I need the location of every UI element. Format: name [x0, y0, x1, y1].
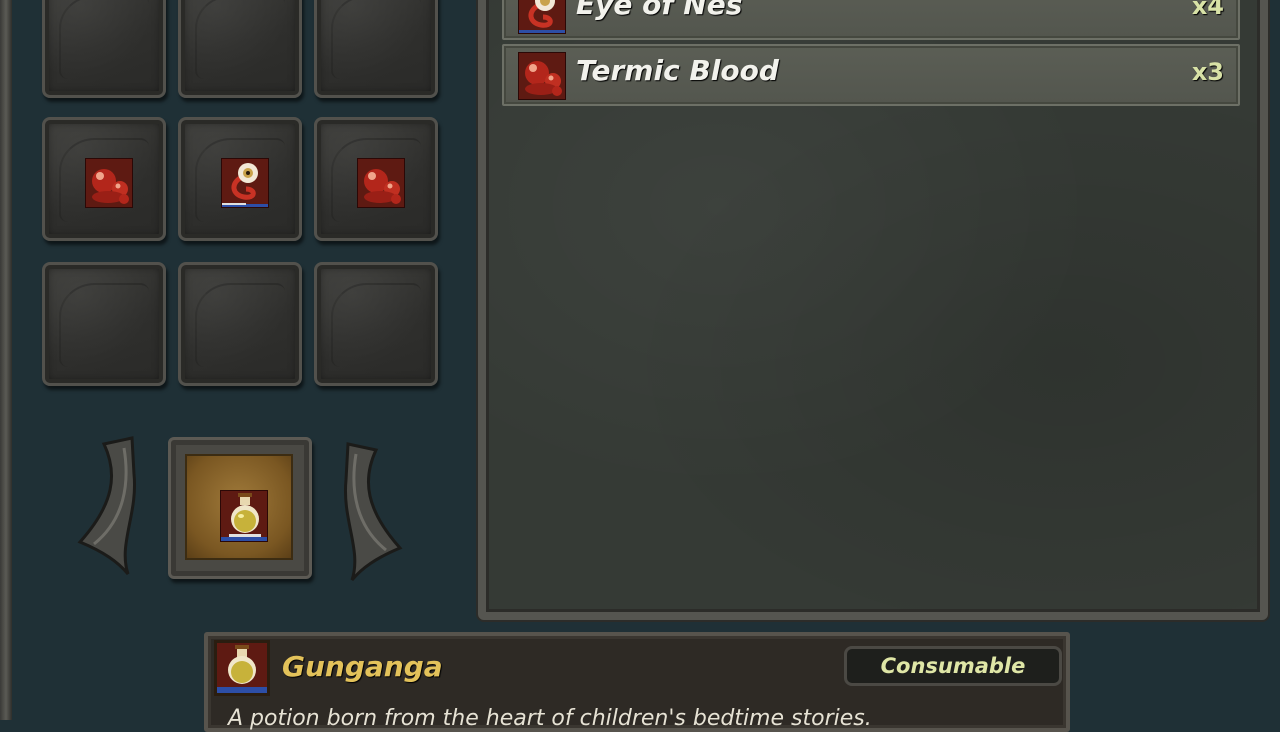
left-frame-border	[0, 0, 12, 720]
eye-of-nes-icon	[221, 158, 269, 208]
inventory-slot[interactable]	[314, 0, 438, 98]
item-quantity: x3	[1191, 58, 1224, 86]
inventory-slot[interactable]	[42, 262, 166, 386]
item-title: Gunganga	[282, 650, 443, 683]
inventory-slot[interactable]	[178, 0, 302, 98]
termic-blood-icon	[518, 52, 566, 100]
previous-arrow-icon[interactable]	[74, 434, 140, 578]
equipped-slot-background	[185, 454, 293, 560]
item-quantity: x4	[1191, 0, 1224, 20]
next-arrow-icon[interactable]	[340, 440, 406, 584]
inventory-slot[interactable]	[42, 0, 166, 98]
termic-blood-icon	[85, 158, 133, 208]
list-item-termic-blood[interactable]: Termic Blood x3	[502, 44, 1240, 106]
inventory-slot-termic-blood[interactable]	[42, 117, 166, 241]
termic-blood-icon	[357, 158, 405, 208]
inventory-slot[interactable]	[314, 262, 438, 386]
item-details-panel: Gunganga Consumable A potion born from t…	[204, 632, 1070, 732]
item-name: Termic Blood	[576, 54, 779, 87]
inventory-slot[interactable]	[178, 262, 302, 386]
gunganga-potion-icon	[214, 640, 270, 696]
equipped-item-slot[interactable]	[168, 437, 312, 579]
eye-of-nes-icon	[518, 0, 566, 34]
list-item-eye-of-nes[interactable]: Eye of Nes x4	[502, 0, 1240, 40]
item-type-badge: Consumable	[844, 646, 1062, 686]
item-description: A potion born from the heart of children…	[228, 706, 872, 731]
inventory-slot-termic-blood[interactable]	[314, 117, 438, 241]
gunganga-potion-icon	[220, 490, 268, 542]
inventory-slot-eye-of-nes[interactable]	[178, 117, 302, 241]
item-name: Eye of Nes	[576, 0, 743, 21]
